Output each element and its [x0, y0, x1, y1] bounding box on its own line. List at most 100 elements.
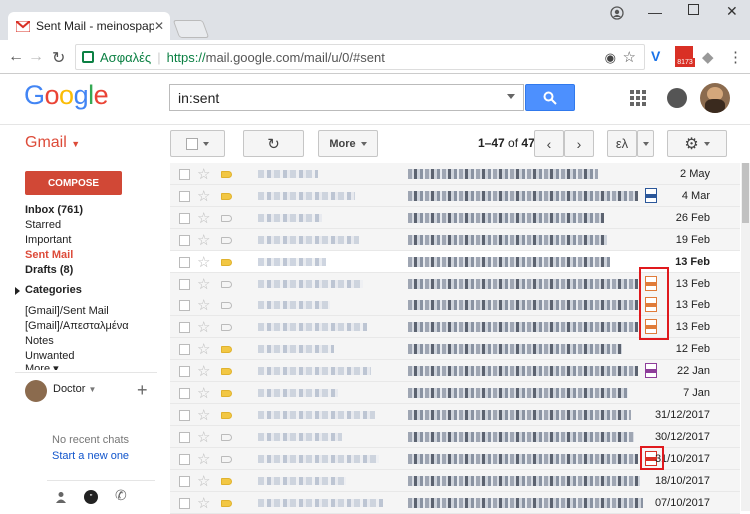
- star-icon[interactable]: ☆: [197, 450, 210, 468]
- importance-marker-icon[interactable]: [221, 477, 232, 485]
- importance-marker-icon[interactable]: [221, 390, 232, 397]
- row-checkbox[interactable]: [179, 322, 190, 334]
- back-icon[interactable]: ←: [8, 48, 24, 66]
- sidebar-item-drafts[interactable]: Drafts (8): [25, 264, 73, 276]
- importance-marker-icon[interactable]: [221, 411, 232, 419]
- phone-icon[interactable]: ✆: [115, 487, 127, 504]
- star-icon[interactable]: ☆: [197, 406, 210, 424]
- input-tools-button[interactable]: ελ: [607, 130, 637, 157]
- search-input[interactable]: in:sent: [169, 84, 524, 111]
- importance-marker-icon[interactable]: [221, 280, 232, 288]
- search-options-caret-icon[interactable]: [507, 94, 515, 99]
- importance-marker-icon[interactable]: [221, 214, 232, 222]
- settings-button[interactable]: ⚙: [667, 130, 727, 157]
- scrollbar-thumb[interactable]: [742, 163, 749, 223]
- sidebar-item-categories[interactable]: Categories: [25, 284, 82, 296]
- newer-button[interactable]: ›: [564, 130, 594, 157]
- sidebar-item-starred[interactable]: Starred: [25, 219, 61, 231]
- row-checkbox[interactable]: [179, 431, 190, 443]
- hangouts-icon[interactable]: ": [83, 489, 99, 505]
- bookmark-star-icon[interactable]: ☆: [623, 48, 636, 66]
- star-icon[interactable]: ☆: [197, 296, 210, 314]
- star-icon[interactable]: ☆: [197, 275, 210, 293]
- avatar[interactable]: [700, 83, 730, 113]
- compose-button[interactable]: COMPOSE: [25, 171, 122, 195]
- table-row[interactable]: ☆ 07/10/2017: [170, 491, 740, 514]
- older-button[interactable]: ‹: [534, 130, 564, 157]
- table-row[interactable]: ☆ 4 Mar: [170, 184, 740, 207]
- row-checkbox[interactable]: [179, 234, 190, 246]
- row-checkbox[interactable]: [179, 169, 190, 180]
- star-icon[interactable]: ☆: [197, 187, 210, 205]
- star-icon[interactable]: ☆: [197, 494, 210, 512]
- apps-grid-icon[interactable]: [630, 90, 646, 106]
- star-icon[interactable]: ☆: [197, 253, 210, 271]
- start-new-chat-link[interactable]: Start a new one: [52, 450, 129, 462]
- maximize-icon[interactable]: [688, 4, 699, 15]
- row-checkbox[interactable]: [179, 300, 190, 312]
- star-icon[interactable]: ☆: [197, 165, 210, 183]
- categories-expand-icon[interactable]: [15, 287, 20, 295]
- star-icon[interactable]: ☆: [197, 472, 210, 490]
- gmail-app-label[interactable]: Gmail ▼: [25, 134, 80, 152]
- view-icon[interactable]: ◉: [605, 50, 616, 66]
- row-checkbox[interactable]: [179, 475, 190, 487]
- notifications-icon[interactable]: [667, 88, 687, 108]
- gmail-extension-icon[interactable]: 8173: [675, 46, 695, 68]
- star-icon[interactable]: ☆: [197, 231, 210, 249]
- row-checkbox[interactable]: [179, 388, 190, 399]
- account-icon[interactable]: [610, 6, 624, 20]
- star-icon[interactable]: ☆: [197, 318, 210, 336]
- table-row[interactable]: ☆ 12 Feb: [170, 338, 740, 361]
- sidebar-item-unwanted[interactable]: Unwanted: [25, 350, 75, 362]
- table-row[interactable]: ☆ 2 May: [170, 163, 740, 185]
- table-row[interactable]: ☆ 26 Feb: [170, 206, 740, 229]
- row-checkbox[interactable]: [179, 256, 190, 268]
- address-bar[interactable]: Ασφαλές | https://mail.google.com/mail/u…: [75, 44, 645, 70]
- star-icon[interactable]: ☆: [197, 362, 210, 380]
- sidebar-item-important[interactable]: Important: [25, 234, 71, 246]
- row-checkbox[interactable]: [179, 212, 190, 224]
- row-checkbox[interactable]: [179, 366, 190, 378]
- star-icon[interactable]: ☆: [197, 209, 210, 227]
- row-checkbox[interactable]: [179, 497, 190, 509]
- sidebar-item-gmail-apestalmena[interactable]: [Gmail]/Απεσταλμένα: [25, 320, 129, 332]
- importance-marker-icon[interactable]: [221, 302, 232, 310]
- importance-marker-icon[interactable]: [221, 258, 232, 266]
- importance-marker-icon[interactable]: [221, 346, 232, 354]
- sidebar-item-gmail-sent[interactable]: [Gmail]/Sent Mail: [25, 305, 109, 317]
- table-row[interactable]: ☆ 19 Feb: [170, 228, 740, 251]
- table-row[interactable]: ☆ 22 Jan: [170, 360, 740, 383]
- close-tab-icon[interactable]: ✕: [154, 19, 164, 33]
- table-row[interactable]: ☆ 31/12/2017: [170, 403, 740, 426]
- star-icon[interactable]: ☆: [197, 384, 210, 402]
- star-icon[interactable]: ☆: [197, 428, 210, 446]
- close-window-icon[interactable]: ✕: [726, 3, 738, 20]
- hangouts-account[interactable]: Doctor ▼: [53, 383, 96, 395]
- sidebar-item-inbox[interactable]: Inbox (761): [25, 204, 83, 216]
- minimize-icon[interactable]: —: [648, 4, 662, 20]
- row-checkbox[interactable]: [179, 453, 190, 465]
- select-checkbox[interactable]: [186, 137, 198, 150]
- menu-icon[interactable]: ⋮: [728, 48, 746, 66]
- importance-marker-icon[interactable]: [221, 324, 232, 332]
- person-icon[interactable]: [55, 491, 67, 503]
- importance-marker-icon[interactable]: [221, 171, 232, 178]
- avatar[interactable]: [25, 380, 47, 402]
- new-tab-button[interactable]: [172, 20, 210, 38]
- row-checkbox[interactable]: [179, 278, 190, 290]
- forward-icon[interactable]: →: [28, 48, 44, 66]
- google-logo[interactable]: Google: [24, 80, 109, 111]
- importance-marker-icon[interactable]: [221, 192, 232, 200]
- new-chat-plus-icon[interactable]: +: [137, 380, 148, 401]
- search-button[interactable]: [525, 84, 575, 111]
- importance-marker-icon[interactable]: [221, 433, 232, 441]
- extension-diamond-icon[interactable]: ◆: [702, 48, 720, 66]
- row-checkbox[interactable]: [179, 190, 190, 202]
- table-row[interactable]: ☆ 30/12/2017: [170, 425, 740, 448]
- table-row[interactable]: ☆ 7 Jan: [170, 382, 740, 404]
- refresh-button[interactable]: ↻: [243, 130, 304, 157]
- sidebar-item-notes[interactable]: Notes: [25, 335, 54, 347]
- sidebar-item-more[interactable]: More ▾: [25, 362, 59, 370]
- importance-marker-icon[interactable]: [221, 368, 232, 376]
